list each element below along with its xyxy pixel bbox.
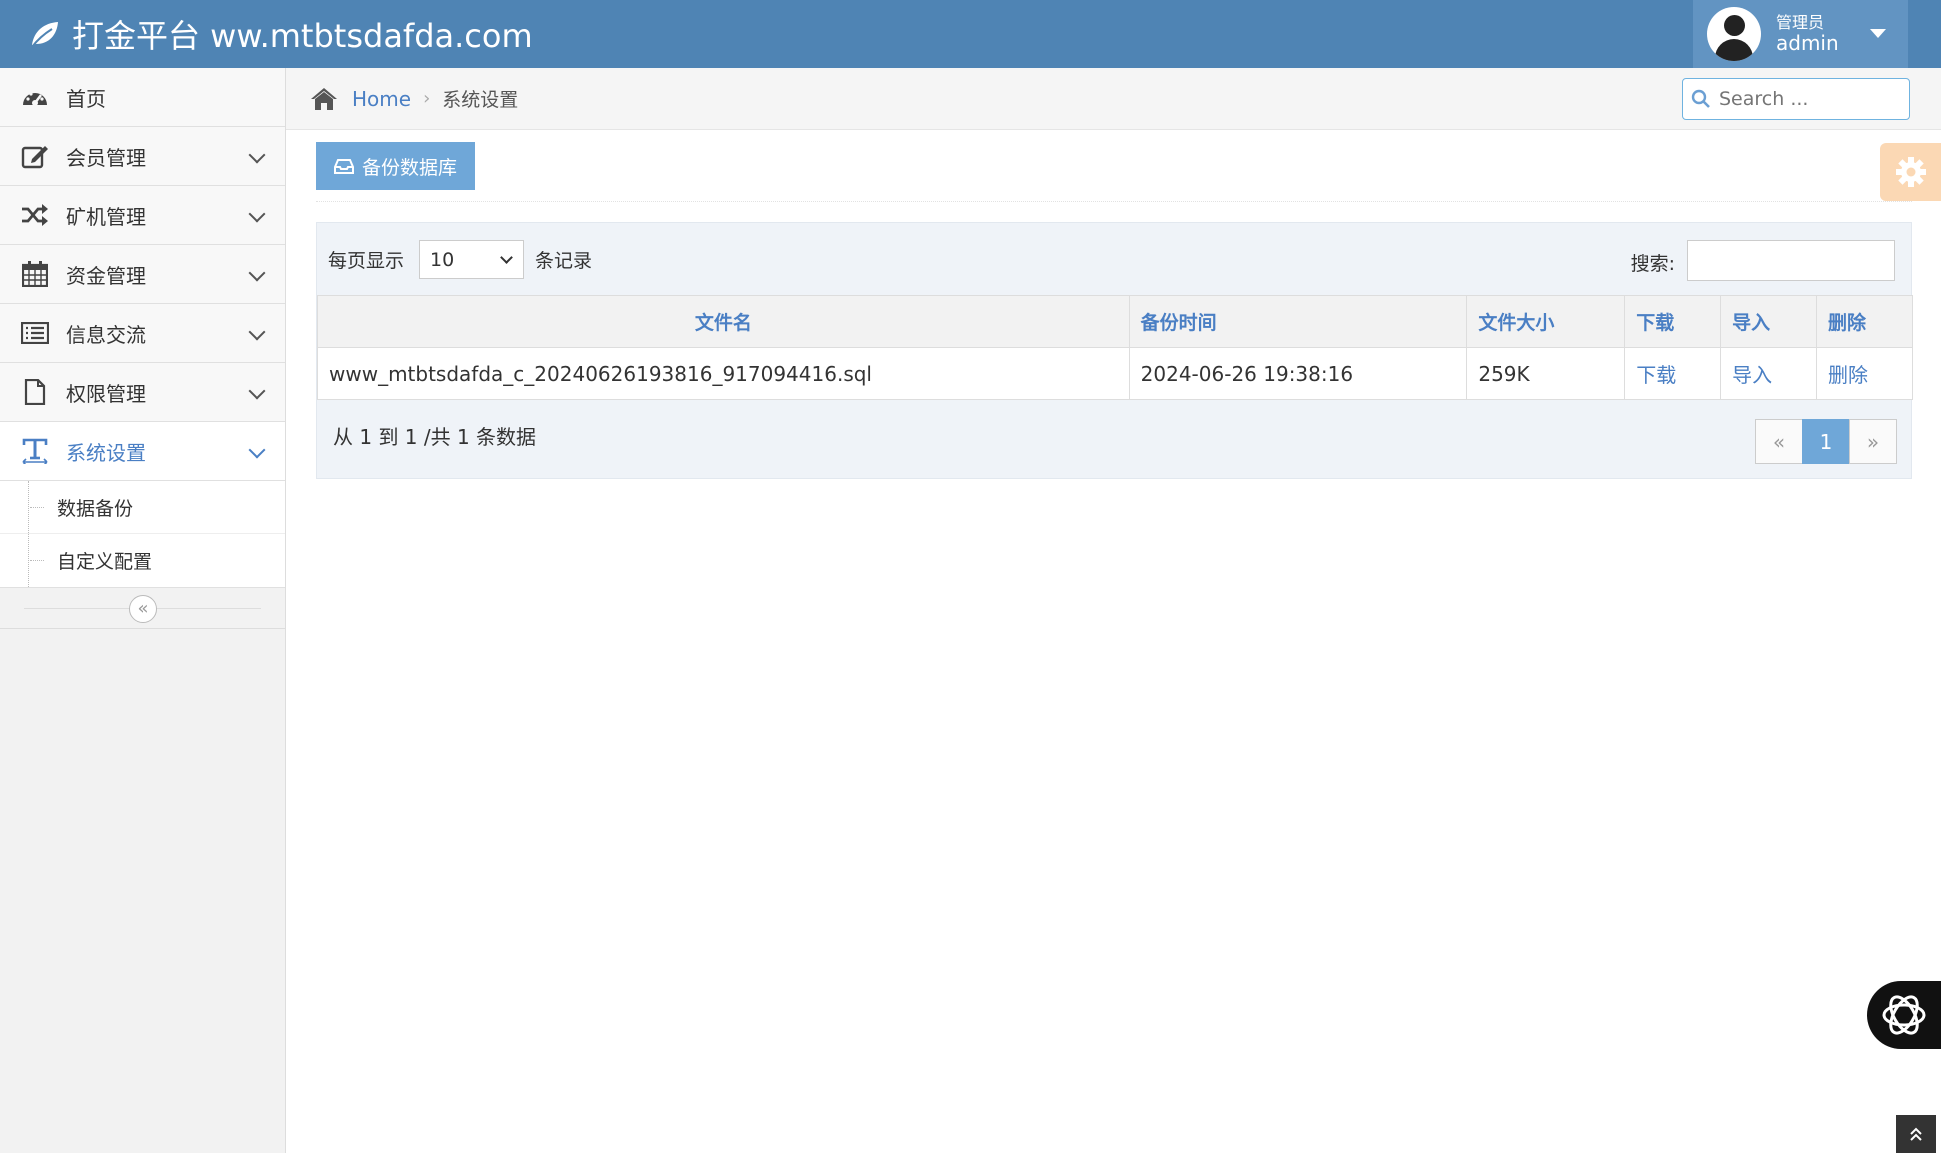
settings-toggle[interactable] [1880,143,1941,201]
column-header-time[interactable]: 备份时间 [1128,295,1468,348]
column-header-download: 下载 [1624,295,1722,348]
column-header-size[interactable]: 文件大小 [1466,295,1626,348]
table-filter-input[interactable] [1687,240,1895,281]
sidebar-item-label: 系统设置 [66,440,146,465]
avatar [1707,7,1761,61]
pagination-next[interactable]: » [1849,419,1897,464]
sidebar-item-label: 首页 [66,86,106,111]
caret-down-icon [1870,29,1886,38]
sidebar: 首页 会员管理 矿机管理 资金管理 信息交流 权限管理 系统设置 数据备份 自定… [0,68,286,1153]
pagination-page[interactable]: 1 [1802,419,1850,464]
sidebar-item-settings[interactable]: 系统设置 [0,422,285,481]
page-length-suffix: 条记录 [535,250,593,272]
chevron-down-icon [500,251,513,264]
table-filter-label: 搜索: [1630,253,1675,275]
nav-search [1682,78,1910,120]
openai-logo-icon [1882,995,1926,1035]
sidebar-item-funds[interactable]: 资金管理 [0,245,285,304]
shuffle-icon [20,200,50,230]
pagination: « 1 » [1755,419,1897,464]
sidebar-item-label: 会员管理 [66,145,146,170]
brand-title: 打金平台 ww.mtbtsdafda.com [72,17,533,55]
submenu-item-label: 自定义配置 [57,551,153,573]
edit-icon [20,141,50,171]
search-input[interactable] [1719,88,1899,110]
brand[interactable]: 打金平台 ww.mtbtsdafda.com [28,0,533,68]
column-header-delete: 删除 [1816,295,1913,348]
cell-filename: www_mtbtsdafda_c_20240626193816_91709441… [317,347,1130,400]
list-icon [20,318,50,348]
table-row: www_mtbtsdafda_c_20240626193816_91709441… [317,347,1913,400]
chevron-down-icon [248,323,266,341]
user-menu[interactable]: 管理员 admin [1693,0,1908,68]
backup-button-label: 备份数据库 [362,157,458,179]
delete-link[interactable]: 删除 [1816,347,1913,400]
scroll-to-top-button[interactable] [1896,1115,1936,1153]
submenu-item-data-backup[interactable]: 数据备份 [0,481,285,534]
sidebar-item-messages[interactable]: 信息交流 [0,304,285,363]
chevron-down-icon [248,205,266,223]
import-link[interactable]: 导入 [1720,347,1818,400]
inbox-icon [334,159,354,174]
chevron-down-icon [248,441,266,459]
backup-database-button[interactable]: 备份数据库 [316,142,476,190]
column-header-filename[interactable]: 文件名 [317,295,1130,348]
collapse-sidebar-button[interactable]: « [129,595,157,623]
chevron-down-icon [248,264,266,282]
sidebar-item-label: 权限管理 [66,381,146,406]
page-length-value: 10 [430,248,455,271]
calendar-icon [20,259,50,289]
leaf-icon [31,22,58,48]
search-icon [1691,89,1710,108]
top-navbar: 打金平台 ww.mtbtsdafda.com 管理员 admin [0,0,1941,68]
breadcrumb: Home › 系统设置 [286,68,1941,130]
gear-icon [1895,157,1926,187]
text-icon [20,436,50,466]
submenu-item-custom-config[interactable]: 自定义配置 [0,534,285,587]
sidebar-item-label: 信息交流 [66,322,146,347]
download-link[interactable]: 下载 [1624,347,1722,400]
cell-time: 2024-06-26 19:38:16 [1128,347,1468,400]
breadcrumb-current: 系统设置 [442,89,519,111]
page-length-select[interactable]: 10 [419,240,524,279]
chevron-down-icon [248,382,266,400]
sidebar-item-miners[interactable]: 矿机管理 [0,186,285,245]
chevron-down-icon [248,146,266,164]
backup-table-panel: 每页显示 10 条记录 搜索: 文件名 备份时间 文件大小 下载 导入 删除 w… [316,222,1913,479]
sidebar-collapse-bar: « [0,588,285,629]
column-header-import: 导入 [1720,295,1818,348]
user-role: 管理员 [1776,13,1825,33]
floating-assistant-button[interactable] [1867,981,1941,1049]
sidebar-item-members[interactable]: 会员管理 [0,127,285,186]
cell-size: 259K [1466,347,1626,400]
breadcrumb-separator: › [423,88,431,109]
home-icon [311,87,337,110]
breadcrumb-home-link[interactable]: Home [352,87,411,111]
double-chevron-up-icon [1910,1127,1922,1141]
table-header-row: 文件名 备份时间 文件大小 下载 导入 删除 [317,295,1913,348]
sidebar-item-permissions[interactable]: 权限管理 [0,363,285,422]
sidebar-item-label: 资金管理 [66,263,146,288]
backup-table: 文件名 备份时间 文件大小 下载 导入 删除 www_mtbtsdafda_c_… [317,295,1913,400]
sidebar-item-home[interactable]: 首页 [0,68,285,127]
sidebar-item-label: 矿机管理 [66,204,146,229]
submenu-item-label: 数据备份 [57,497,134,520]
page-header: 备份数据库 [316,130,1912,202]
table-info: 从 1 到 1 /共 1 条数据 [333,425,537,449]
user-name: admin [1776,30,1839,55]
pagination-prev[interactable]: « [1755,419,1803,464]
dashboard-icon [20,82,50,112]
file-icon [20,377,50,407]
page-length-prefix: 每页显示 [328,250,405,272]
settings-submenu: 数据备份 自定义配置 [0,481,285,588]
